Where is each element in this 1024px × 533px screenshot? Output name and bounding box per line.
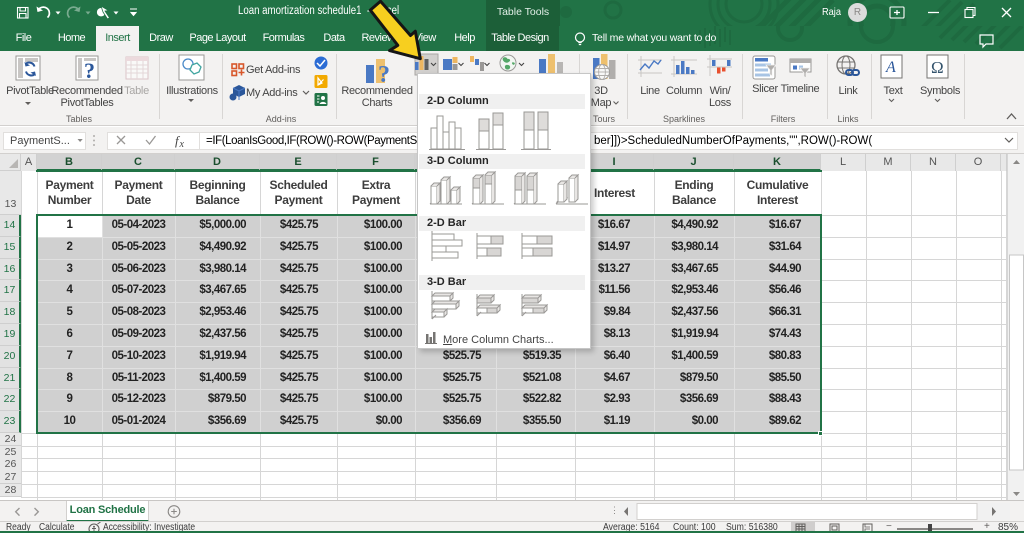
svg-text:Ω: Ω: [931, 58, 944, 77]
svg-text:x: x: [179, 139, 185, 150]
svg-text:A: A: [885, 59, 896, 76]
svg-text:?: ?: [84, 58, 95, 83]
